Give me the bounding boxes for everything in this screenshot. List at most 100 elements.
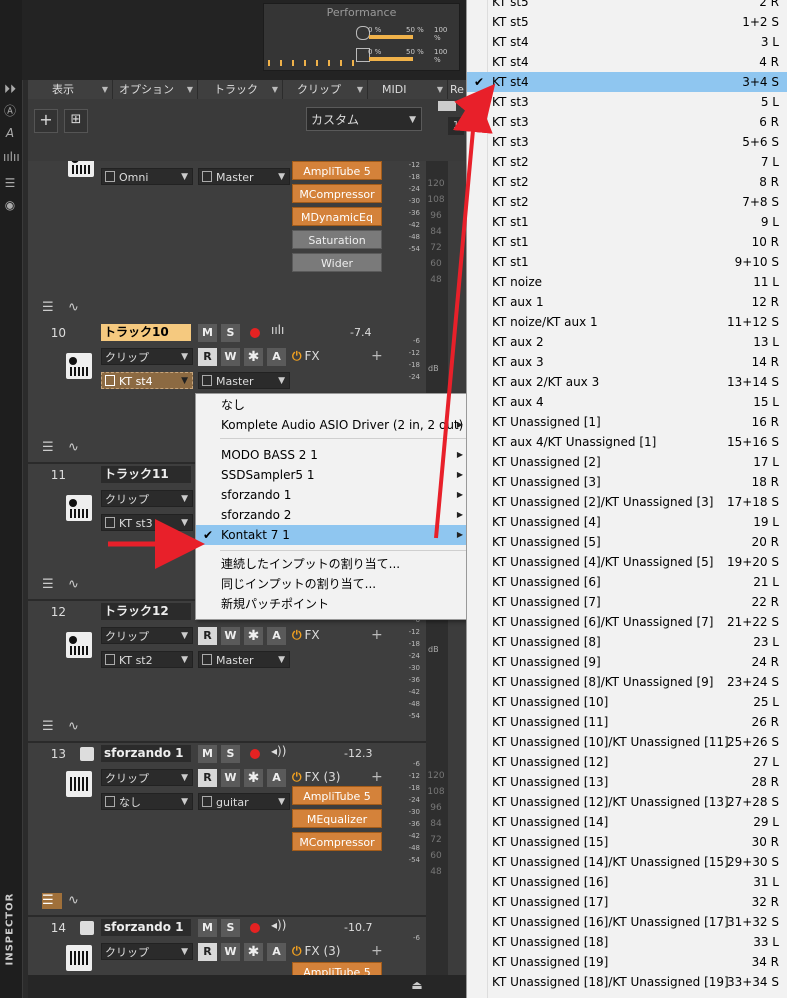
- submenu-item[interactable]: KT Unassigned [6] 21 L: [467, 572, 787, 592]
- fx-bin[interactable]: ⏻ FX (3): [292, 944, 340, 959]
- menu-item-same-input[interactable]: 同じインプットの割り当て...: [196, 574, 467, 594]
- submenu-item[interactable]: KT Unassigned [4] 19 L: [467, 512, 787, 532]
- submenu-item[interactable]: KT aux 2 13 L: [467, 332, 787, 352]
- write-automation-button[interactable]: W: [221, 769, 240, 787]
- read-automation-button[interactable]: R: [198, 348, 217, 366]
- submenu-item[interactable]: KT Unassigned [19] 34 R: [467, 952, 787, 972]
- submenu-item[interactable]: KT aux 2/KT aux 3 13+14 S: [467, 372, 787, 392]
- submenu-item[interactable]: KT Unassigned [2]/KT Unassigned [3] 17+18…: [467, 492, 787, 512]
- track-lanes-icon[interactable]: ☰: [42, 577, 62, 593]
- track-name[interactable]: sforzando 1: [101, 745, 191, 762]
- menu-options[interactable]: オプション ▼: [113, 80, 198, 99]
- track-lanes-icon[interactable]: ☰: [42, 719, 62, 735]
- track-type-select[interactable]: クリップ ▼: [101, 490, 193, 507]
- fx-bin[interactable]: ⏻ FX (3): [292, 770, 340, 785]
- read-automation-button[interactable]: R: [198, 943, 217, 961]
- submenu-item[interactable]: KT Unassigned [8] 23 L: [467, 632, 787, 652]
- output-select[interactable]: Master ▼: [198, 168, 290, 185]
- mute-button[interactable]: M: [198, 745, 217, 763]
- submenu-item[interactable]: KT Unassigned [16]/KT Unassigned [17] 31+…: [467, 912, 787, 932]
- plugin-slot[interactable]: MCompressor: [292, 184, 382, 203]
- record-arm-button[interactable]: [250, 923, 260, 933]
- add-folder-icon[interactable]: ⊞: [64, 109, 88, 133]
- submenu-item[interactable]: KT Unassigned [10]/KT Unassigned [11] 25+…: [467, 732, 787, 752]
- plugin-slot[interactable]: MCompressor: [292, 832, 382, 851]
- solo-button[interactable]: S: [221, 919, 240, 937]
- pause-icon[interactable]: [438, 101, 456, 111]
- submenu-item[interactable]: KT Unassigned [14]/KT Unassigned [15] 29+…: [467, 852, 787, 872]
- add-fx-icon[interactable]: +: [371, 769, 383, 785]
- submenu-item[interactable]: KT aux 1 12 R: [467, 292, 787, 312]
- inspector-label[interactable]: INSPECTOR: [5, 893, 16, 966]
- submenu-item[interactable]: KT st1 10 R: [467, 232, 787, 252]
- record-arm-button[interactable]: [250, 328, 260, 338]
- submenu-item[interactable]: KT st5 2 R: [467, 0, 787, 12]
- submenu-item[interactable]: KT st4 3 L: [467, 32, 787, 52]
- submenu-item[interactable]: KT st2 7+8 S: [467, 192, 787, 212]
- submenu-item[interactable]: KT Unassigned [13] 28 R: [467, 772, 787, 792]
- submenu-item[interactable]: KT Unassigned [12] 27 L: [467, 752, 787, 772]
- auto-arm-button[interactable]: A: [267, 943, 286, 961]
- auto-arm-button[interactable]: A: [267, 627, 286, 645]
- menu-midi[interactable]: MIDI ▼: [368, 80, 448, 99]
- track-type-select[interactable]: クリップ ▼: [101, 769, 193, 786]
- power-knob-icon[interactable]: ◉: [3, 198, 17, 212]
- volume-value[interactable]: -10.7: [344, 921, 372, 934]
- automation-icon[interactable]: ∿: [68, 719, 88, 735]
- submenu-item[interactable]: KT Unassigned [18]/KT Unassigned [19] 33+…: [467, 972, 787, 992]
- track-name[interactable]: トラック10: [101, 324, 191, 341]
- solo-button[interactable]: S: [221, 745, 240, 763]
- automation-icon[interactable]: ∿: [68, 893, 88, 909]
- plugin-slot[interactable]: Saturation Knob: [292, 230, 382, 266]
- submenu-item[interactable]: KT Unassigned [11] 26 R: [467, 712, 787, 732]
- submenu-item[interactable]: KT st3 6 R: [467, 112, 787, 132]
- submenu-item[interactable]: KT st2 7 L: [467, 152, 787, 172]
- submenu-item[interactable]: KT Unassigned [1] 16 R: [467, 412, 787, 432]
- menu-item-new-patch-point[interactable]: 新規パッチポイント: [196, 594, 467, 614]
- submenu-item[interactable]: KT st2 8 R: [467, 172, 787, 192]
- submenu-item[interactable]: KT Unassigned [16] 31 L: [467, 872, 787, 892]
- plugin-slot[interactable]: MDynamicEq: [292, 207, 382, 226]
- submenu-item[interactable]: ✔ KT st4 3+4 S: [467, 72, 787, 92]
- write-automation-button[interactable]: W: [221, 943, 240, 961]
- submenu-item[interactable]: KT Unassigned [6]/KT Unassigned [7] 21+22…: [467, 612, 787, 632]
- input-select[interactable]: KT st4 ▼: [101, 372, 193, 389]
- submenu-item[interactable]: KT Unassigned [14] 29 L: [467, 812, 787, 832]
- input-select[interactable]: なし ▼: [101, 793, 193, 810]
- plugin-slot[interactable]: MEqualizer: [292, 809, 382, 828]
- plugin-slot[interactable]: AmpliTube 5: [292, 161, 382, 180]
- track-type-select[interactable]: クリップ ▼: [101, 348, 193, 365]
- submenu-item[interactable]: KT noize/KT aux 1 11+12 S: [467, 312, 787, 332]
- submenu-item[interactable]: KT st4 4 R: [467, 52, 787, 72]
- mute-button[interactable]: M: [198, 919, 217, 937]
- input-echo-button[interactable]: ✱: [244, 348, 263, 366]
- submenu-item[interactable]: KT Unassigned [12]/KT Unassigned [13] 27+…: [467, 792, 787, 812]
- menu-track[interactable]: トラック ▼: [198, 80, 283, 99]
- submenu-item[interactable]: KT Unassigned [15] 30 R: [467, 832, 787, 852]
- submenu-item[interactable]: KT Unassigned [9] 24 R: [467, 652, 787, 672]
- menu-item-sforzando-1[interactable]: sforzando 1 ▶: [196, 485, 467, 505]
- output-select[interactable]: Master ▼: [198, 372, 290, 389]
- output-select[interactable]: Master ▼: [198, 651, 290, 668]
- submenu-item[interactable]: KT st1 9 L: [467, 212, 787, 232]
- collapse-up-icon[interactable]: ⏏: [409, 978, 425, 994]
- submenu-item[interactable]: KT Unassigned [7] 22 R: [467, 592, 787, 612]
- submenu-item[interactable]: KT aux 4 15 L: [467, 392, 787, 412]
- submenu-item[interactable]: KT aux 4/KT Unassigned [1] 15+16 S: [467, 432, 787, 452]
- add-fx-icon[interactable]: +: [371, 943, 383, 959]
- menu-item-sequential-input[interactable]: 連続したインプットの割り当て...: [196, 554, 467, 574]
- waveform-icon[interactable]: ıılıı: [3, 150, 20, 164]
- expand-icon[interactable]: ⏵⏵: [3, 82, 17, 96]
- read-automation-button[interactable]: R: [198, 769, 217, 787]
- menu-view[interactable]: 表示 ▼: [28, 80, 113, 99]
- auto-arm-button[interactable]: A: [267, 769, 286, 787]
- auto-arm-button[interactable]: A: [267, 348, 286, 366]
- submenu-item[interactable]: KT Unassigned [8]/KT Unassigned [9] 23+24…: [467, 672, 787, 692]
- input-select[interactable]: Omni ▼: [101, 168, 193, 185]
- speaker-monitor-icon[interactable]: ◂)): [271, 744, 286, 758]
- italic-a-icon[interactable]: 𝘈: [3, 126, 17, 140]
- track-lanes-icon[interactable]: ☰: [42, 440, 62, 456]
- submenu-item[interactable]: KT Unassigned [18] 33 L: [467, 932, 787, 952]
- submenu-item[interactable]: KT Unassigned [3] 18 R: [467, 472, 787, 492]
- add-track-button[interactable]: +: [34, 109, 58, 133]
